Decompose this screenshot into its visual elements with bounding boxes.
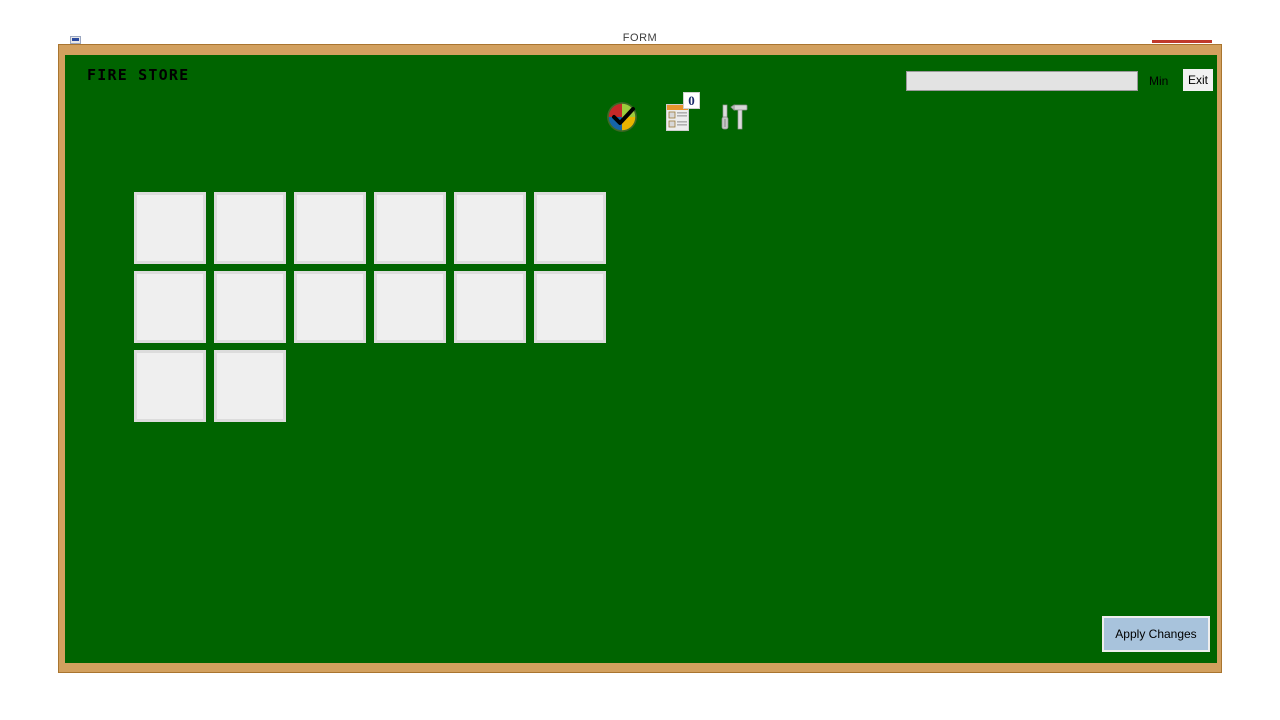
tools-icon[interactable] <box>717 100 751 134</box>
minimize-label[interactable]: Min <box>1149 74 1168 88</box>
swatch-firebrick[interactable] <box>134 192 206 264</box>
swatch-cornflower-blue[interactable] <box>534 271 606 343</box>
swatch-indigo[interactable] <box>374 271 446 343</box>
swatch-olive[interactable] <box>134 350 206 422</box>
swatch-sienna[interactable] <box>134 271 206 343</box>
window-frame: FIRE STORE Min Exit 0 Apply Changes <box>58 44 1222 673</box>
swatch-dark-goldenrod[interactable] <box>214 350 286 422</box>
swatch-dark-green[interactable] <box>454 271 526 343</box>
swatch-linen[interactable] <box>294 192 366 264</box>
swatch-teal[interactable] <box>214 192 286 264</box>
exit-button[interactable]: Exit <box>1183 69 1213 91</box>
color-wheel-icon[interactable] <box>605 100 639 134</box>
swatch-yellow-green[interactable] <box>294 271 366 343</box>
color-swatch-grid <box>134 192 634 422</box>
apply-changes-button[interactable]: Apply Changes <box>1102 616 1210 652</box>
parent-window-titlebar: FORM <box>60 32 1220 44</box>
parent-window-title: FORM <box>622 32 658 44</box>
screen: FORM FIRE STORE Min Exit 0 Apply Changes <box>0 0 1280 720</box>
toolbar: 0 <box>605 92 751 139</box>
contact-list-icon[interactable]: 0 <box>661 92 700 134</box>
app-surface: FIRE STORE Min Exit 0 Apply Changes <box>65 55 1217 663</box>
swatch-dodger-blue[interactable] <box>374 192 446 264</box>
titlebar-accent <box>1152 40 1212 43</box>
search-input[interactable] <box>906 71 1138 91</box>
record-count-badge: 0 <box>683 92 700 109</box>
page-title: FIRE STORE <box>87 66 190 84</box>
swatch-dim-gray[interactable] <box>534 192 606 264</box>
swatch-yellow[interactable] <box>214 271 286 343</box>
swatch-purple[interactable] <box>454 192 526 264</box>
